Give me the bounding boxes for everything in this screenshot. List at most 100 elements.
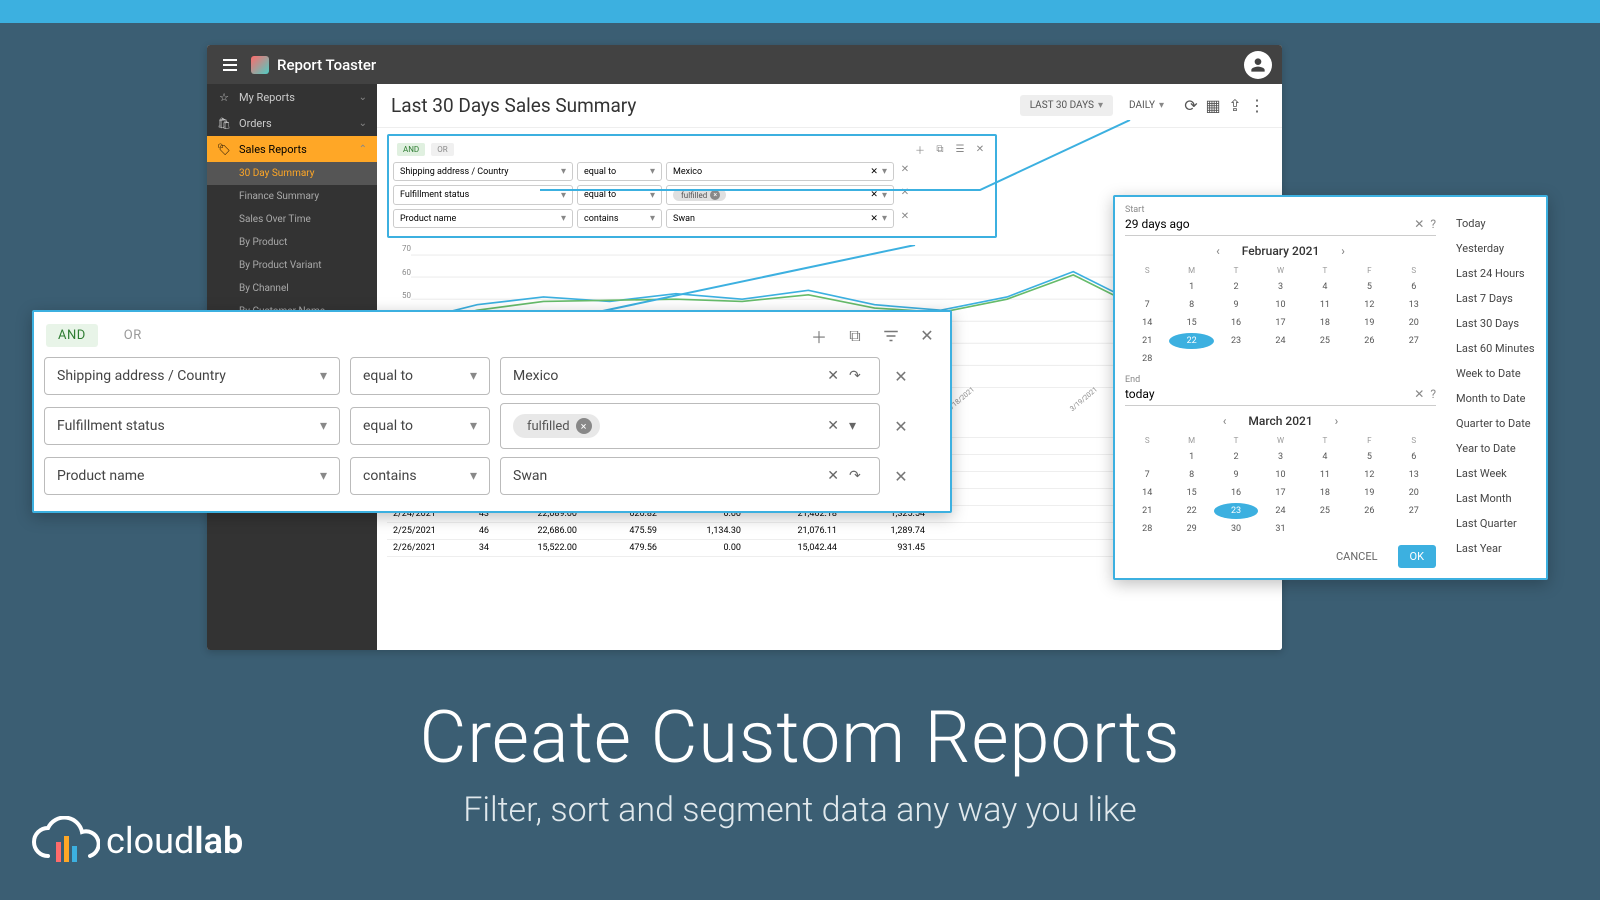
calendar-day[interactable]: 23 bbox=[1214, 333, 1258, 349]
filter-field-select[interactable]: Product name▾ bbox=[44, 457, 340, 495]
clear-icon[interactable]: ✕ bbox=[870, 214, 878, 224]
close-icon[interactable]: ✕ bbox=[973, 142, 987, 156]
help-icon[interactable]: ? bbox=[1430, 387, 1436, 401]
start-date-input[interactable]: 29 days ago ✕? bbox=[1125, 215, 1436, 236]
calendar-day[interactable]: 20 bbox=[1392, 485, 1436, 501]
account-icon[interactable] bbox=[1244, 51, 1272, 79]
more-icon[interactable]: ⋮ bbox=[1246, 95, 1268, 117]
add-icon[interactable]: ＋ bbox=[808, 325, 830, 347]
calendar-day[interactable]: 24 bbox=[1258, 333, 1302, 349]
date-preset-item[interactable]: Last 60 Minutes bbox=[1454, 336, 1538, 361]
calendar-day[interactable]: 25 bbox=[1303, 503, 1347, 519]
date-preset-item[interactable]: Last Quarter bbox=[1454, 511, 1538, 536]
help-icon[interactable]: ? bbox=[1430, 217, 1436, 231]
sort-icon[interactable] bbox=[880, 325, 902, 347]
calendar-day[interactable]: 17 bbox=[1258, 485, 1302, 501]
clear-icon[interactable]: ✕ bbox=[870, 167, 878, 177]
menu-icon[interactable] bbox=[217, 53, 243, 77]
calendar-day[interactable]: 17 bbox=[1258, 315, 1302, 331]
calendar-day[interactable]: 31 bbox=[1258, 521, 1302, 537]
calendar-day[interactable]: 22 bbox=[1169, 333, 1213, 349]
logic-or[interactable]: OR bbox=[112, 324, 154, 347]
sidebar-item-sales-reports[interactable]: 🏷 Sales Reports ⌃ bbox=[207, 136, 377, 162]
date-preset-item[interactable]: Last 7 Days bbox=[1454, 286, 1538, 311]
calendar-day[interactable]: 10 bbox=[1258, 467, 1302, 483]
clear-icon[interactable]: ✕ bbox=[827, 468, 839, 484]
calendar-day[interactable]: 1 bbox=[1169, 449, 1213, 465]
calendar-day[interactable]: 16 bbox=[1214, 485, 1258, 501]
logic-and[interactable]: AND bbox=[397, 143, 425, 156]
calendar-day[interactable]: 9 bbox=[1214, 297, 1258, 313]
caret-down-icon[interactable]: ▾ bbox=[882, 166, 887, 177]
calendar-day[interactable]: 30 bbox=[1214, 521, 1258, 537]
date-preset-item[interactable]: Last Year bbox=[1454, 536, 1538, 561]
calendar-day[interactable]: 3 bbox=[1258, 449, 1302, 465]
sidebar-item-orders[interactable]: 🛍 Orders ⌄ bbox=[207, 110, 377, 136]
calendar-day[interactable]: 12 bbox=[1347, 297, 1391, 313]
calendar-day[interactable]: 2 bbox=[1214, 449, 1258, 465]
clear-icon[interactable]: ✕ bbox=[827, 418, 839, 434]
refresh-icon[interactable]: ⟳ bbox=[1180, 95, 1202, 117]
ok-button[interactable]: OK bbox=[1398, 545, 1436, 568]
filter-op-select[interactable]: equal to▾ bbox=[577, 162, 662, 181]
prev-month-icon[interactable]: ‹ bbox=[1210, 242, 1226, 260]
next-month-icon[interactable]: › bbox=[1335, 242, 1351, 260]
calendar-day[interactable]: 29 bbox=[1169, 521, 1213, 537]
remove-row-icon[interactable]: ✕ bbox=[890, 415, 912, 437]
date-preset-item[interactable]: Last Week bbox=[1454, 461, 1538, 486]
filter-value-input[interactable]: Swan✕↷ bbox=[500, 457, 880, 495]
sidebar-item-my-reports[interactable]: ☆ My Reports ⌄ bbox=[207, 84, 377, 110]
calendar-day[interactable]: 11 bbox=[1303, 467, 1347, 483]
filter-field-select[interactable]: Fulfillment status▾ bbox=[393, 185, 573, 205]
calendar-day[interactable]: 4 bbox=[1303, 449, 1347, 465]
calendar-day[interactable]: 21 bbox=[1125, 503, 1169, 519]
calendar-day[interactable]: 27 bbox=[1392, 503, 1436, 519]
calendar-day[interactable]: 2 bbox=[1214, 279, 1258, 295]
date-preset-item[interactable]: Last 24 Hours bbox=[1454, 261, 1538, 286]
calendar-day[interactable]: 24 bbox=[1258, 503, 1302, 519]
granularity-button[interactable]: DAILY▾ bbox=[1119, 95, 1174, 116]
calendar-day[interactable]: 15 bbox=[1169, 485, 1213, 501]
clear-icon[interactable]: ✕ bbox=[1414, 387, 1424, 401]
calendar-day[interactable]: 19 bbox=[1347, 315, 1391, 331]
calendar-day[interactable]: 5 bbox=[1347, 449, 1391, 465]
caret-down-icon[interactable]: ▾ bbox=[849, 418, 867, 434]
calendar-day[interactable]: 15 bbox=[1169, 315, 1213, 331]
calendar-day[interactable]: 28 bbox=[1125, 351, 1169, 367]
filter-value-input[interactable]: Swan✕▾ bbox=[666, 209, 894, 228]
filter-field-select[interactable]: Shipping address / Country▾ bbox=[393, 162, 573, 181]
add-icon[interactable]: ＋ bbox=[913, 142, 927, 156]
calendar-day[interactable]: 11 bbox=[1303, 297, 1347, 313]
date-preset-item[interactable]: Yesterday bbox=[1454, 236, 1538, 261]
sort-icon[interactable]: ☰ bbox=[953, 142, 967, 156]
duplicate-icon[interactable]: ⧉ bbox=[844, 325, 866, 347]
sidebar-sub-item[interactable]: Sales Over Time bbox=[207, 208, 377, 231]
caret-down-icon[interactable]: ▾ bbox=[882, 190, 887, 201]
date-preset-item[interactable]: Month to Date bbox=[1454, 386, 1538, 411]
remove-row-icon[interactable]: ✕ bbox=[898, 185, 912, 199]
filter-field-select[interactable]: Fulfillment status▾ bbox=[44, 407, 340, 445]
end-date-input[interactable]: today ✕? bbox=[1125, 385, 1436, 406]
calendar-day[interactable]: 10 bbox=[1258, 297, 1302, 313]
date-preset-item[interactable]: Last Month bbox=[1454, 486, 1538, 511]
caret-down-icon[interactable]: ↷ bbox=[849, 468, 867, 484]
calendar-day[interactable]: 1 bbox=[1169, 279, 1213, 295]
export-icon[interactable]: ⇪ bbox=[1224, 95, 1246, 117]
calendar-day[interactable]: 21 bbox=[1125, 333, 1169, 349]
calendar-day[interactable]: 18 bbox=[1303, 315, 1347, 331]
filter-field-select[interactable]: Product name▾ bbox=[393, 209, 573, 228]
sidebar-sub-item[interactable]: By Channel bbox=[207, 277, 377, 300]
calendar-day[interactable]: 18 bbox=[1303, 485, 1347, 501]
calendar-day[interactable]: 14 bbox=[1125, 315, 1169, 331]
calendar-day[interactable]: 4 bbox=[1303, 279, 1347, 295]
logic-or[interactable]: OR bbox=[431, 143, 453, 156]
clear-icon[interactable]: ✕ bbox=[870, 190, 878, 200]
sidebar-sub-item[interactable]: By Product bbox=[207, 231, 377, 254]
sidebar-sub-item[interactable]: By Product Variant bbox=[207, 254, 377, 277]
date-preset-item[interactable]: Year to Date bbox=[1454, 436, 1538, 461]
calendar-day[interactable]: 12 bbox=[1347, 467, 1391, 483]
duplicate-icon[interactable]: ⧉ bbox=[933, 142, 947, 156]
date-preset-item[interactable]: Last 30 Days bbox=[1454, 311, 1538, 336]
calendar-day[interactable]: 25 bbox=[1303, 333, 1347, 349]
grid-icon[interactable]: ▦ bbox=[1202, 95, 1224, 117]
